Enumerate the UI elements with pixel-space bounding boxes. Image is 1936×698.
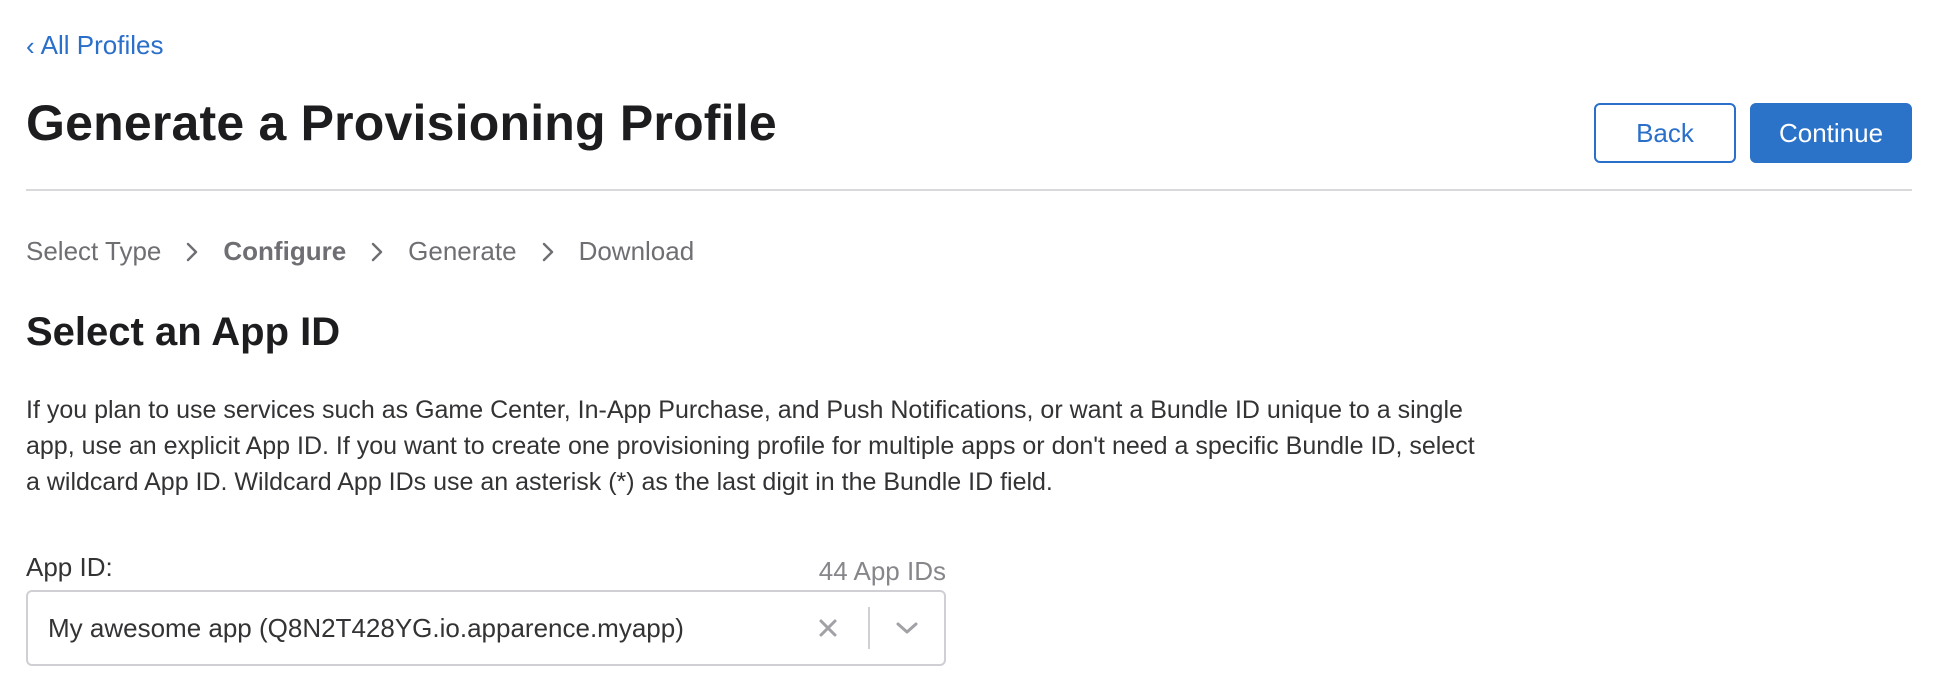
step-breadcrumb: Select Type Configure Generate Download	[26, 236, 694, 267]
close-icon[interactable]	[806, 606, 850, 650]
step-generate: Generate	[408, 236, 517, 266]
chevron-left-icon: ‹	[26, 30, 35, 61]
page-title: Generate a Provisioning Profile	[26, 95, 777, 151]
back-button[interactable]: Back	[1594, 103, 1736, 163]
chevron-down-icon[interactable]	[870, 592, 944, 664]
step-configure: Configure	[223, 236, 347, 266]
chevron-right-icon	[346, 242, 408, 262]
app-id-count: 44 App IDs	[818, 556, 946, 586]
app-id-selected-value: My awesome app (Q8N2T428YG.io.apparence.…	[48, 612, 684, 643]
chevron-right-icon	[517, 242, 579, 262]
section-title: Select an App ID	[26, 310, 341, 354]
app-id-label: App ID:	[26, 552, 113, 582]
page: ‹ All Profiles Generate a Provisioning P…	[0, 0, 1936, 698]
step-download: Download	[578, 236, 695, 266]
all-profiles-link[interactable]: ‹ All Profiles	[26, 30, 164, 61]
step-select-type: Select Type	[26, 236, 162, 266]
app-id-select[interactable]: My awesome app (Q8N2T428YG.io.apparence.…	[26, 590, 946, 666]
continue-button[interactable]: Continue	[1750, 103, 1912, 163]
all-profiles-link-label: All Profiles	[40, 30, 164, 60]
section-description: If you plan to use services such as Game…	[26, 396, 1475, 496]
chevron-right-icon	[161, 242, 223, 262]
header-divider	[26, 189, 1912, 191]
